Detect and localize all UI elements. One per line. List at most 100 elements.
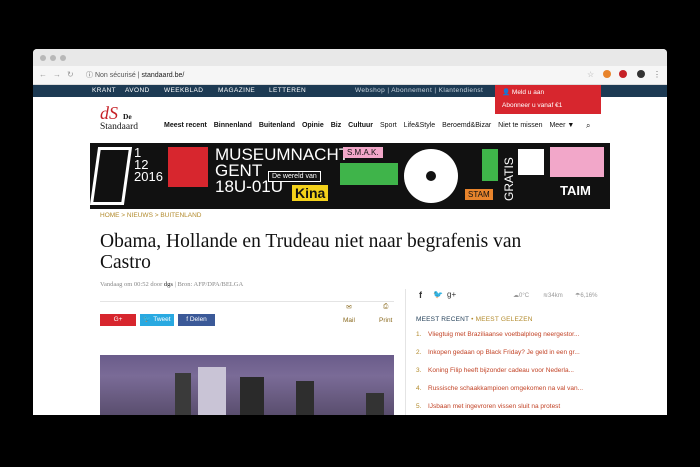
breadcrumb[interactable]: HOME > NIEUWS > BUITENLAND [100, 212, 202, 219]
logo-de: De [123, 112, 132, 121]
nav-item-meer[interactable]: Meer ▼ [549, 122, 574, 129]
topnav-item-magazine[interactable]: MAGAZINE [218, 87, 255, 94]
photo-figure [366, 393, 384, 415]
banner-tagline: De wereld van [268, 171, 321, 182]
facebook-icon: f [186, 316, 188, 323]
nav-item-life-style[interactable]: Life&Style [404, 122, 436, 129]
share-gplus-button[interactable]: G+ [100, 314, 136, 326]
maximize-window-button[interactable] [60, 55, 66, 61]
nav-item-niet-te-missen[interactable]: Niet te missen [498, 122, 542, 129]
topnav-item-letteren[interactable]: LETTEREN [269, 87, 306, 94]
banner-kina: Kina [292, 185, 329, 201]
nav-item-meest-recent[interactable]: Meest recent [164, 122, 207, 129]
nav-item-cultuur[interactable]: Cultuur [348, 122, 373, 129]
list-item-number: 1. [416, 331, 422, 338]
weather-rain: ☂6,16% [575, 293, 598, 299]
google-plus-icon[interactable]: g+ [447, 290, 456, 299]
list-item-number: 2. [416, 349, 422, 356]
nav-item-binnenland[interactable]: Binnenland [214, 122, 252, 129]
weather-temp: ☁0°C [513, 293, 530, 299]
photo-figure [296, 381, 314, 415]
list-item-text: Koning Filip heeft bijzonder cadeau voor… [428, 367, 574, 374]
list-item-text: Vliegtuig met Braziliaanse voetbalploeg … [428, 331, 580, 338]
info-icon: ⓘ [86, 72, 93, 79]
sidebar: f 🐦 g+ ☁0°C ≋34km ☂6,16% MEEST RECENT • … [405, 289, 625, 415]
weather-temp-value: 0°C [519, 293, 530, 299]
list-item[interactable]: 5. IJsbaan met ingevroren vissen sluit na… [416, 403, 616, 410]
list-item[interactable]: 2. Inkopen gedaan op Black Friday? Je gel… [416, 349, 616, 356]
twitter-icon[interactable]: 🐦 [433, 290, 443, 299]
extension-icon[interactable] [619, 70, 627, 78]
weather-wind-value: 34km [548, 293, 563, 299]
facebook-icon[interactable]: f [419, 290, 422, 300]
share-tweet-label: Tweet [153, 316, 171, 323]
login-link[interactable]: 👤 Meld u aan [502, 88, 544, 96]
avatar[interactable] [637, 70, 645, 78]
login-label: Meld u aan [511, 89, 545, 96]
browser-window: ← → ↻ ⓘ Non sécurisé | standaard.be/ ☆ ⋮… [33, 49, 667, 415]
mail-icon: ✉ [346, 304, 352, 311]
nav-item-sport[interactable]: Sport [380, 122, 397, 129]
menu-icon[interactable]: ⋮ [653, 70, 661, 79]
mail-label: Mail [343, 317, 355, 324]
byline-date: Vandaag om 00:52 door [100, 281, 164, 288]
article-byline: Vandaag om 00:52 door dgs | Bron: AFP/DP… [100, 281, 243, 288]
banner-circle-center [426, 171, 436, 181]
list-item[interactable]: 3. Koning Filip heeft bijzonder cadeau vo… [416, 367, 616, 374]
subscribe-link[interactable]: Abonneer u vanaf €1 [502, 102, 562, 109]
tab-meest-gelezen[interactable]: MEEST GELEZEN [476, 316, 533, 323]
logo-mark: dS [100, 103, 118, 123]
list-item-text: Inkopen gedaan op Black Friday? Je geld … [428, 349, 580, 356]
ad-banner[interactable]: 1 12 2016 MUSEUMNACHT GENT 18U-01U De we… [90, 143, 610, 209]
title-bar [33, 49, 667, 66]
photo-figure [240, 377, 264, 415]
back-icon[interactable]: ← [39, 70, 47, 79]
tab-meest-recent[interactable]: MEEST RECENT [416, 316, 469, 323]
nav-item-buitenland[interactable]: Buitenland [259, 122, 295, 129]
mail-button[interactable]: ✉ Mail [343, 303, 355, 324]
list-item-number: 3. [416, 367, 422, 374]
topnav-item-weekblad[interactable]: WEEKBLAD [164, 87, 203, 94]
bookmark-star-icon[interactable]: ☆ [587, 70, 594, 79]
banner-gratis: GRATIS [502, 157, 516, 201]
share-tweet-button[interactable]: 🐦 Tweet [140, 314, 174, 326]
search-icon[interactable]: ⌕ [586, 121, 590, 131]
list-item-text: IJsbaan met ingevroren vissen sluit na p… [428, 403, 561, 410]
photo-figure [198, 367, 226, 415]
nav-item-biz[interactable]: Biz [331, 122, 342, 129]
tab-separator: • [471, 316, 474, 323]
list-item[interactable]: 4. Russische schaakkampioen omgekomen na … [416, 385, 616, 392]
reload-icon[interactable]: ↻ [67, 70, 74, 79]
divider [100, 301, 394, 302]
banner-date: 1 12 2016 [134, 146, 163, 184]
banner-pink-block [550, 147, 604, 177]
article-headline: Obama, Hollande en Trudeau niet naar beg… [100, 231, 522, 273]
close-window-button[interactable] [40, 55, 46, 61]
topnav-service-links[interactable]: Webshop | Abonnement | Klantendienst [355, 87, 483, 94]
address-bar[interactable]: ⓘ Non sécurisé | standaard.be/ [86, 70, 184, 80]
nav-item-opinie[interactable]: Opinie [302, 122, 324, 129]
minimize-window-button[interactable] [50, 55, 56, 61]
logo-standaard: Standaard [100, 122, 138, 132]
security-label: Non sécurisé [94, 72, 136, 79]
user-icon: 👤 [502, 89, 511, 96]
banner-stam: STAM [465, 189, 493, 200]
topnav-item-avond[interactable]: AVOND [125, 87, 150, 94]
byline-author[interactable]: dgs [164, 281, 173, 288]
share-facebook-button[interactable]: f Delen [178, 314, 215, 326]
list-item-number: 4. [416, 385, 422, 392]
extension-icon[interactable] [603, 70, 611, 78]
banner-green-block [340, 163, 398, 185]
topnav-item-krant[interactable]: KRANT [92, 87, 116, 94]
banner-white-block [518, 149, 544, 175]
nav-item-beroemd-bizar[interactable]: Beroemd&Bizar [442, 122, 491, 129]
list-item-number: 5. [416, 403, 422, 410]
sidebar-tabs: MEEST RECENT • MEEST GELEZEN [416, 316, 533, 323]
print-button[interactable]: ⎙ Print [379, 303, 392, 324]
banner-date-year: 2016 [134, 169, 163, 184]
browser-toolbar: ← → ↻ ⓘ Non sécurisé | standaard.be/ ☆ ⋮ [33, 66, 667, 85]
forward-icon[interactable]: → [53, 70, 61, 79]
article-photo[interactable] [100, 355, 394, 415]
list-item[interactable]: 1. Vliegtuig met Braziliaanse voetbalploe… [416, 331, 616, 338]
main-nav: Meest recent Binnenland Buitenland Opini… [164, 122, 579, 129]
